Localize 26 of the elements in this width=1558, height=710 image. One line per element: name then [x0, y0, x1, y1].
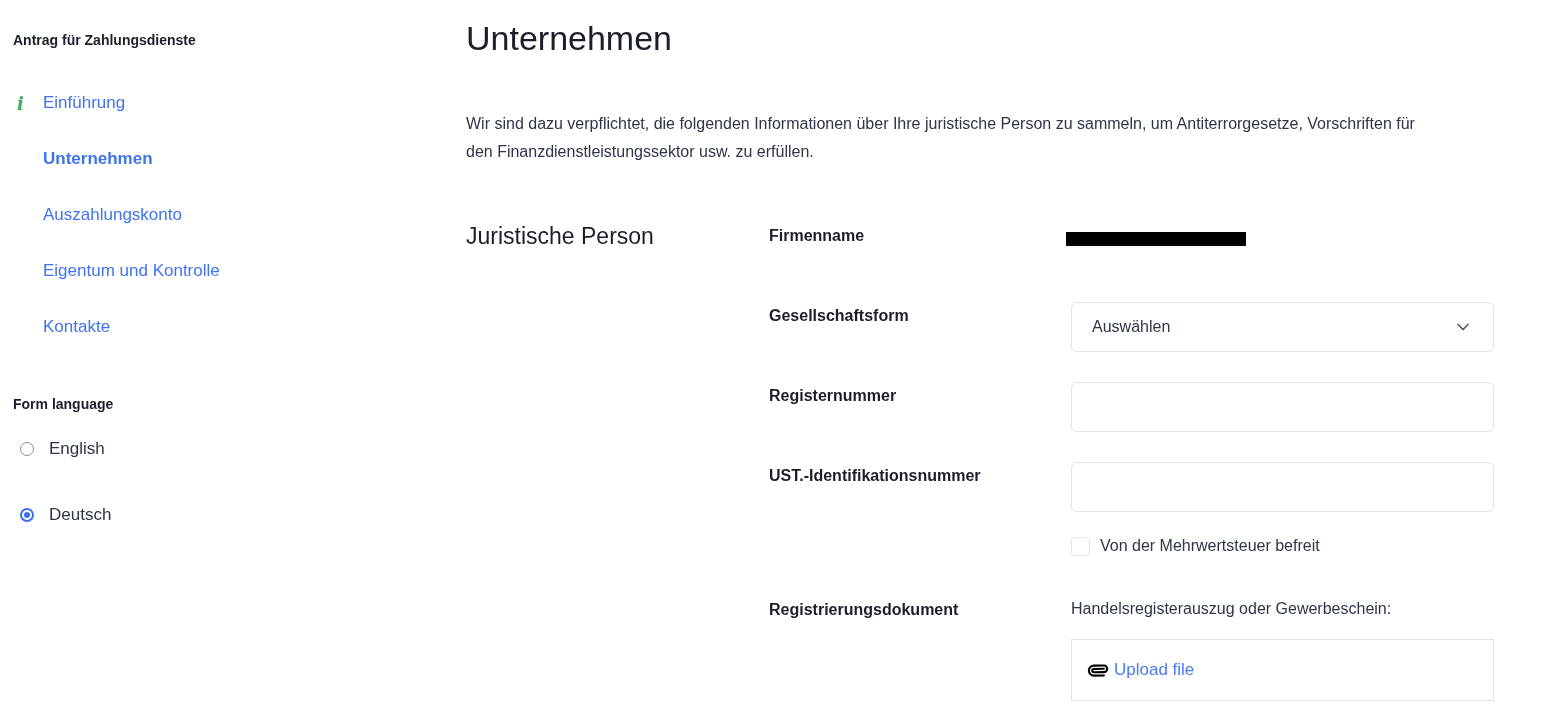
radio-label: Deutsch [49, 504, 112, 527]
sidebar-item[interactable]: Kontakte [13, 299, 466, 355]
select-field[interactable]: Auswählen [1071, 302, 1494, 352]
input-field[interactable] [1071, 382, 1494, 432]
input-field[interactable] [1071, 462, 1494, 512]
upload-file-link[interactable]: Upload file [1088, 657, 1195, 683]
radio-button[interactable] [20, 508, 34, 522]
info-icon: i [17, 89, 24, 117]
intro-text: Wir sind dazu verpflichtet, die folgenden Informationen über Ihre juristische Person zu sammeln, um Antiterrorgesetze, Vorschriften für den Finanzdienstleistungssektor usw. zu erfüllen. [466, 114, 1416, 162]
language-heading: Form language [13, 395, 115, 414]
section-title: Juristische Person [466, 222, 655, 250]
field-label: Registrierungsdokument [769, 601, 959, 618]
radio-label: English [49, 438, 105, 461]
sidebar-heading: Antrag für Zahlungsdienste [13, 31, 197, 50]
page-title: Unternehmen [466, 18, 673, 59]
field-label: UST.-Identifikationsnummer [769, 467, 981, 484]
field-label: Gesellschaftsform [769, 307, 909, 324]
sidebar-item[interactable]: Eigentum und Kontrolle [13, 243, 466, 299]
field-hint: Handelsregisterauszug oder Gewerbeschein: [1071, 599, 1393, 619]
sidebar-item[interactable]: i Einführung [13, 75, 466, 131]
field-label: Registernummer [769, 387, 897, 404]
checkbox-label: Von der Mehrwertsteuer befreit [1100, 536, 1320, 556]
sidebar-item[interactable]: Unternehmen [13, 131, 466, 187]
sidebar-item[interactable]: Auszahlungskonto [13, 187, 466, 243]
checkbox[interactable] [1071, 536, 1090, 556]
field-label: Firmenname [769, 227, 865, 244]
